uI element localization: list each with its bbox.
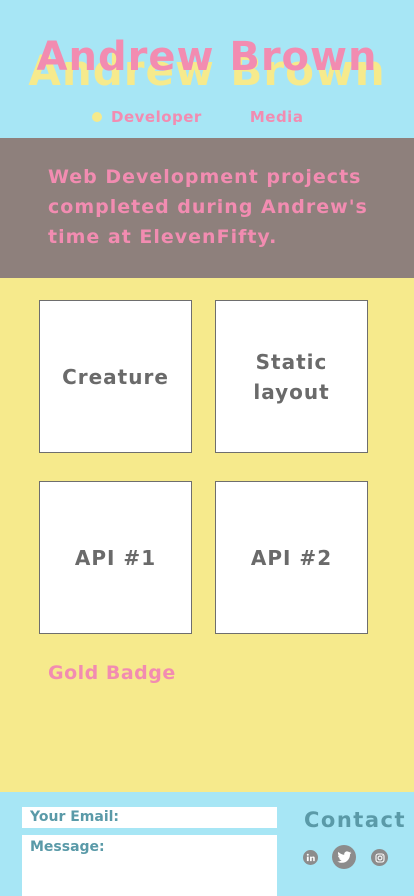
page-title: Andrew Brown <box>36 34 378 80</box>
footer: Your Email: Message: Contact <box>0 792 414 896</box>
message-field[interactable]: Message: <box>22 835 277 896</box>
linkedin-icon[interactable] <box>303 850 318 865</box>
project-card-label: API #2 <box>250 545 333 570</box>
active-dot-icon <box>92 112 102 122</box>
nav-bar: Developer Media <box>92 108 303 126</box>
project-card-api-1[interactable]: API #1 <box>39 481 192 634</box>
intro-text: Web Development projects completed durin… <box>48 166 368 248</box>
gold-badge-link[interactable]: Gold Badge <box>48 662 176 684</box>
nav-link-developer[interactable]: Developer <box>111 108 202 126</box>
project-card-api-2[interactable]: API #2 <box>215 481 368 634</box>
header: Andrew Brown Andrew Brown Developer Medi… <box>0 0 414 138</box>
project-card-label: Creature <box>62 364 169 389</box>
project-card-creature[interactable]: Creature <box>39 300 192 453</box>
intro-section: Web Development projects completed durin… <box>0 138 414 278</box>
project-card-label: API #1 <box>74 545 157 570</box>
twitter-icon[interactable] <box>332 845 356 869</box>
email-field[interactable]: Your Email: <box>22 807 277 828</box>
contact-heading: Contact <box>304 808 406 832</box>
project-card-label: Static layout <box>253 349 330 404</box>
instagram-icon[interactable] <box>371 849 388 866</box>
project-card-static-layout[interactable]: Static layout <box>215 300 368 453</box>
nav-link-media[interactable]: Media <box>250 108 304 126</box>
